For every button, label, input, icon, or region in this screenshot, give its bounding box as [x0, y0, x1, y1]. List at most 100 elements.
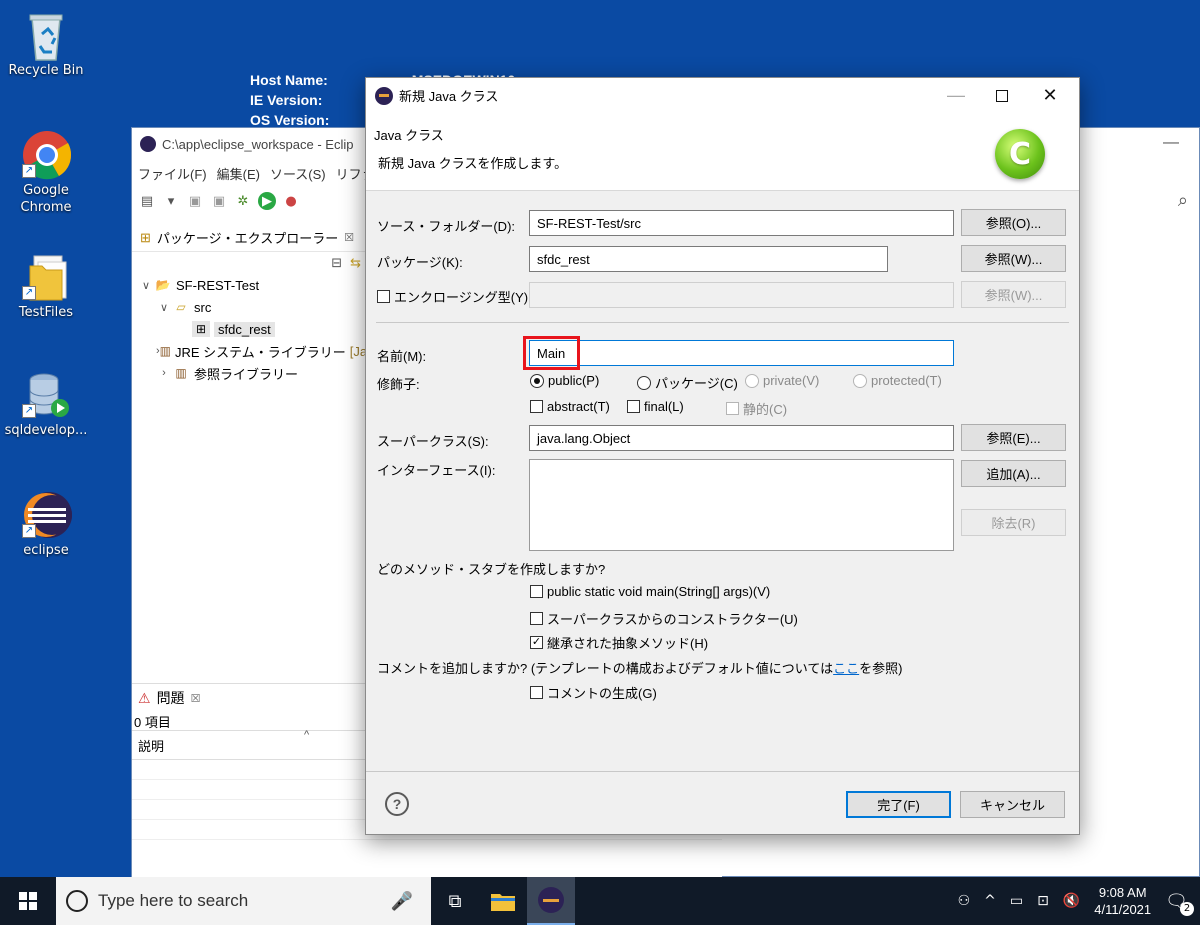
tree-item-jre[interactable]: › ▥ JRE システム・ライブラリー [Java — [132, 340, 381, 362]
debug-icon[interactable]: ✲ — [234, 192, 252, 210]
desktop-icon-chrome[interactable]: ↗ Google Chrome — [0, 130, 92, 216]
minimize-icon[interactable]: — — [1163, 134, 1179, 152]
people-icon[interactable]: ⚇ — [958, 893, 971, 909]
chevron-down-icon[interactable]: ∨ — [156, 301, 172, 314]
inherited-methods-checkbox[interactable]: ✓ 継承された抽象メソッド(H) — [530, 633, 708, 652]
dialog-title-bar[interactable]: 新規 Java クラス — ✕ — [366, 78, 1079, 113]
start-button[interactable] — [0, 877, 56, 925]
notification-icon[interactable]: 🗨 2 — [1165, 891, 1194, 916]
template-settings-link[interactable]: ここ — [833, 661, 859, 676]
java-class-wizard-icon: C — [995, 129, 1045, 179]
package-icon: ⊞ — [192, 321, 210, 337]
desktop-icon-label: Recycle Bin — [8, 63, 84, 78]
clock[interactable]: 9:08 AM 4/11/2021 — [1094, 884, 1151, 918]
desktop-icon-testfiles[interactable]: ↗ TestFiles — [0, 252, 92, 321]
host-name-label: Host Name: — [250, 72, 328, 88]
menu-edit[interactable]: 編集(E) — [217, 164, 260, 183]
package-explorer-toolbar: ⊟ ⇆ — [132, 252, 369, 274]
eclipse-icon: ↗ — [22, 490, 72, 538]
desktop-icon-sqldeveloper[interactable]: ↗ sqldevelop... — [0, 370, 92, 439]
taskbar-search-box[interactable]: Type here to search 🎤 — [56, 877, 431, 925]
eclipse-app-icon — [140, 136, 156, 152]
checkbox-box[interactable] — [530, 400, 543, 413]
close-icon[interactable]: ☒ — [344, 231, 354, 244]
new-java-class-dialog[interactable]: 新規 Java クラス — ✕ Java クラス 新規 Java クラスを作成し… — [365, 77, 1080, 835]
modifiers-label: 修飾子: — [377, 377, 420, 392]
finish-button[interactable]: 完了(F) — [846, 791, 951, 818]
modifier-final-checkbox[interactable]: final(L) — [627, 399, 684, 414]
eclipse-taskbar-icon[interactable] — [527, 877, 575, 925]
checkbox-box[interactable] — [627, 400, 640, 413]
desktop-icon-eclipse[interactable]: ↗ eclipse — [0, 490, 92, 559]
chevron-down-icon[interactable]: ∨ — [138, 279, 154, 292]
browse-source-folder-button[interactable]: 参照(O)... — [961, 209, 1066, 236]
maximize-icon[interactable] — [979, 78, 1025, 113]
run-icon[interactable]: ▶ — [258, 192, 276, 210]
chevron-right-icon[interactable]: › — [156, 367, 172, 379]
file-explorer-icon[interactable] — [479, 877, 527, 925]
radio-dot[interactable] — [637, 375, 651, 390]
menu-source[interactable]: ソース(S) — [270, 164, 326, 183]
collapse-all-icon[interactable]: ⊟ — [331, 256, 342, 271]
search-icon[interactable]: ⌕ — [1178, 190, 1188, 211]
save-icon[interactable]: ▣ — [186, 192, 204, 210]
generate-comments-checkbox[interactable]: コメントの生成(G) — [530, 683, 657, 702]
link-with-editor-icon[interactable]: ⇆ — [350, 256, 361, 271]
cancel-button[interactable]: キャンセル — [960, 791, 1065, 818]
tree-item-project[interactable]: ∨ 📂 SF-REST-Test — [132, 274, 369, 296]
task-view-icon[interactable]: ⧉ — [431, 877, 479, 925]
inherited-methods-label: 継承された抽象メソッド(H) — [547, 636, 709, 651]
enclosing-type-input — [529, 282, 954, 308]
microphone-icon[interactable]: 🎤 — [391, 891, 413, 912]
close-icon[interactable]: ✕ — [1027, 78, 1073, 113]
modifier-package-radio[interactable]: パッケージ(C) — [637, 373, 738, 392]
modifier-abstract-checkbox[interactable]: abstract(T) — [530, 399, 610, 414]
checkbox-box[interactable] — [530, 686, 543, 699]
enclosing-type-checkbox[interactable]: エンクロージング型(Y): — [377, 287, 532, 306]
menu-file[interactable]: ファイル(F) — [138, 164, 207, 183]
desktop-icon-recycle-bin[interactable]: Recycle Bin — [0, 10, 92, 79]
chevron-up-icon[interactable]: ^ — [984, 893, 996, 909]
interfaces-list[interactable] — [529, 459, 954, 551]
checkbox-box[interactable] — [377, 290, 390, 303]
external-tools-icon[interactable]: ● — [282, 192, 300, 210]
checkbox-box[interactable]: ✓ — [530, 636, 543, 649]
shortcut-arrow-icon: ↗ — [22, 164, 36, 178]
class-name-input[interactable]: Main — [529, 340, 954, 366]
volume-muted-icon[interactable]: 🔇 — [1063, 893, 1080, 909]
tree-item-src[interactable]: ∨ ▱ src — [132, 296, 369, 318]
network-icon[interactable]: ⊡ — [1037, 893, 1049, 909]
tree-item-ref-libs[interactable]: › ▥ 参照ライブラリー — [132, 362, 369, 384]
superclass-input[interactable]: java.lang.Object — [529, 425, 954, 451]
add-interface-button[interactable]: 追加(A)... — [961, 460, 1066, 487]
dialog-title: 新規 Java クラス — [399, 89, 499, 104]
battery-icon[interactable]: ▭ — [1010, 893, 1023, 909]
radio-dot — [853, 373, 867, 388]
constructors-label: スーパークラスからのコンストラクター(U) — [547, 612, 798, 627]
radio-dot[interactable] — [530, 373, 544, 388]
source-folder-input[interactable]: SF-REST-Test/src — [529, 210, 954, 236]
shortcut-arrow-icon: ↗ — [22, 286, 36, 300]
separator — [376, 322, 1069, 323]
checkbox-box[interactable] — [530, 612, 543, 625]
constructors-checkbox[interactable]: スーパークラスからのコンストラクター(U) — [530, 609, 798, 628]
modifier-private-label: private(V) — [763, 373, 820, 388]
close-icon[interactable]: ☒ — [191, 692, 201, 705]
package-input[interactable]: sfdc_rest — [529, 246, 888, 272]
dropdown-arrow-icon[interactable]: ▾ — [162, 192, 180, 210]
problems-icon: ⚠ — [138, 689, 151, 706]
modifier-static-checkbox: 静的(C) — [726, 399, 787, 418]
package-explorer-tab[interactable]: ⊞ パッケージ・エクスプローラー ☒ — [132, 224, 369, 252]
new-file-icon[interactable]: ▤ — [138, 192, 156, 210]
minimize-icon[interactable]: — — [933, 78, 979, 113]
browse-superclass-button[interactable]: 参照(E)... — [961, 424, 1066, 451]
modifier-public-radio[interactable]: public(P) — [530, 373, 599, 388]
tree-item-package[interactable]: ⊞ sfdc_rest — [132, 318, 369, 340]
browse-package-button[interactable]: 参照(W)... — [961, 245, 1066, 272]
help-icon[interactable]: ? — [385, 792, 409, 816]
desktop-icon-label: eclipse — [23, 543, 69, 558]
checkbox-box[interactable] — [530, 585, 543, 598]
windows-logo-icon — [19, 892, 37, 910]
save-all-icon[interactable]: ▣ — [210, 192, 228, 210]
main-method-checkbox[interactable]: public static void main(String[] args)(V… — [530, 584, 770, 599]
